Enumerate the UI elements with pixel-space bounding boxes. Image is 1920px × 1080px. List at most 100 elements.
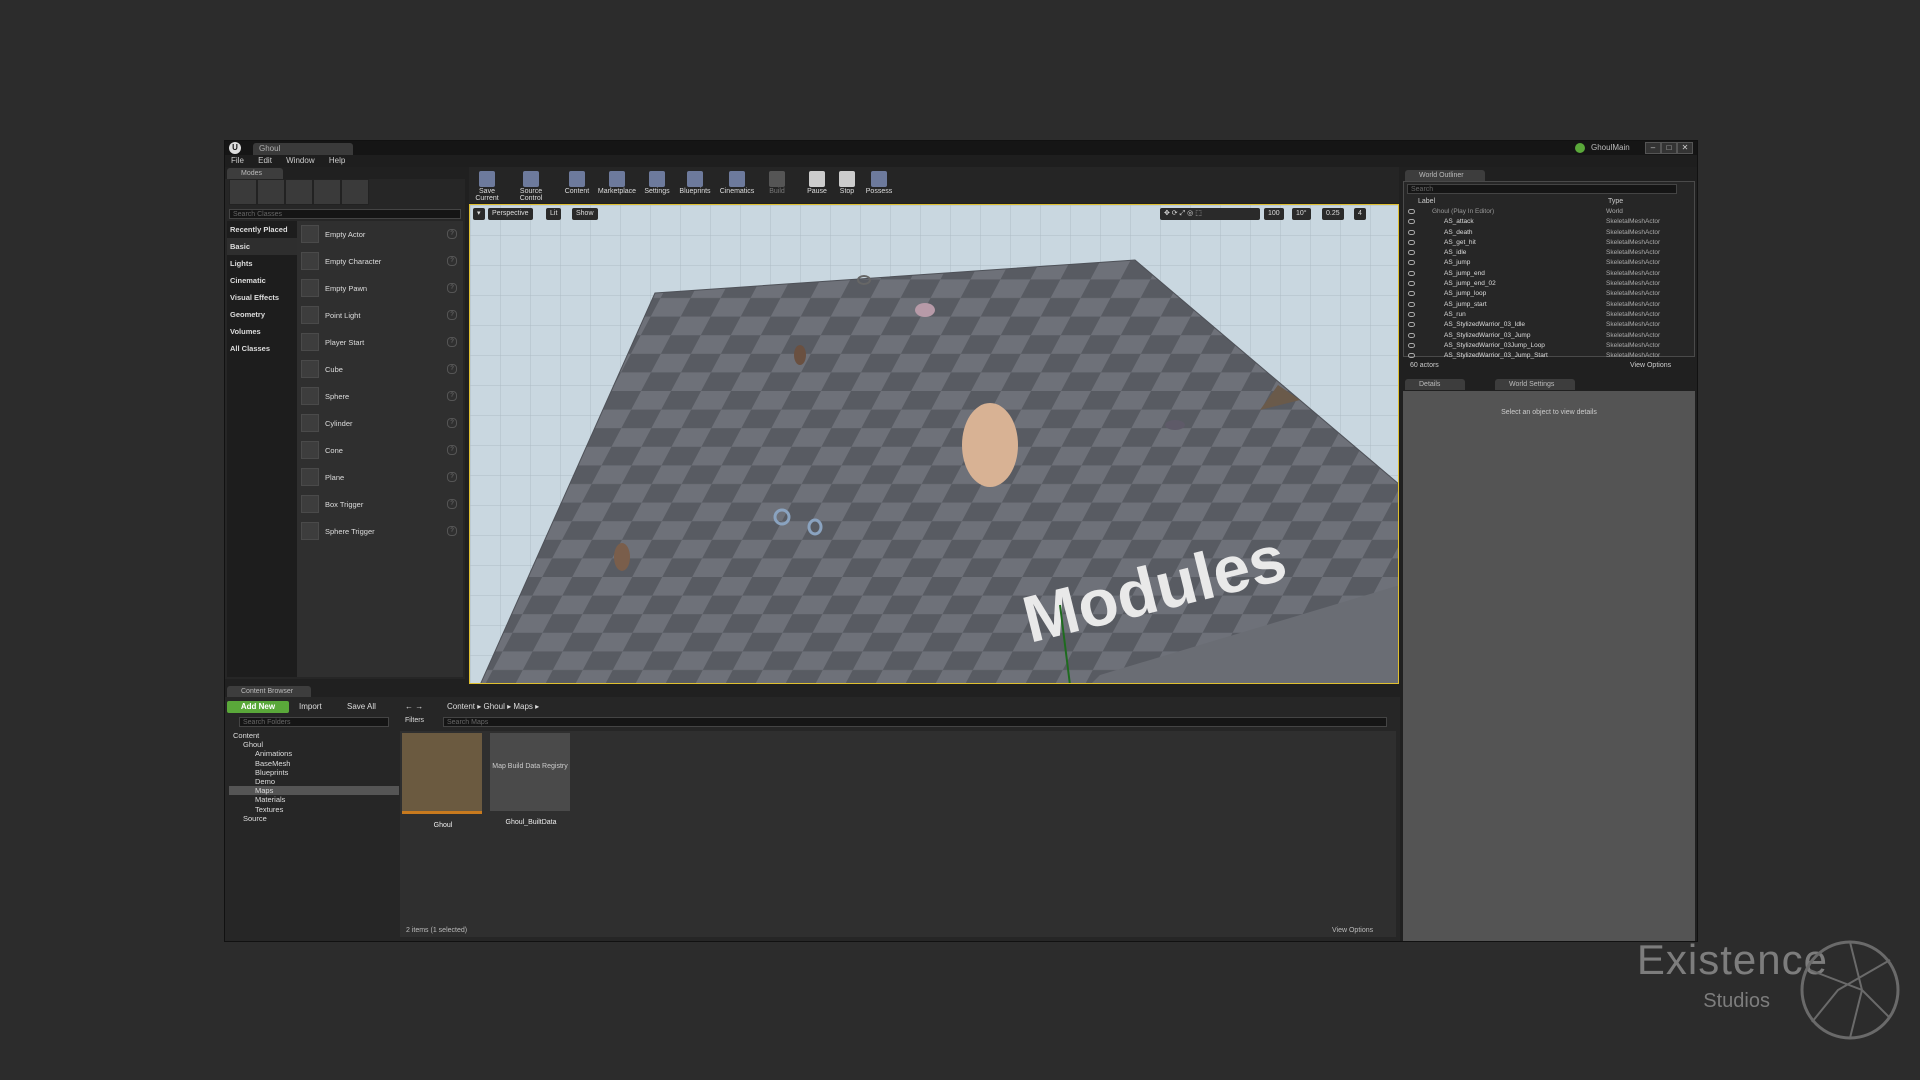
minimize-button[interactable]: – <box>1645 142 1661 154</box>
menu-edit[interactable]: Edit <box>258 155 272 167</box>
eye-icon[interactable] <box>1408 301 1415 307</box>
outliner-row[interactable]: AS_StylizedWarrior_03_Jump_Start Skeletal… <box>1404 351 1684 361</box>
folder-item[interactable]: Animations <box>229 749 399 758</box>
add-new-button[interactable]: Add New <box>227 701 289 713</box>
outliner-row[interactable]: Ghoul (Play In Editor) World <box>1404 207 1684 217</box>
eye-icon[interactable] <box>1408 311 1415 317</box>
nav-arrows[interactable]: ← → <box>405 701 423 713</box>
save-all-button[interactable]: Save All <box>347 701 376 713</box>
modes-tab[interactable]: Modes <box>227 168 283 179</box>
perspective-button[interactable]: Perspective <box>488 208 533 220</box>
eye-icon[interactable] <box>1408 322 1415 328</box>
eye-icon[interactable] <box>1408 281 1415 287</box>
level-viewport[interactable]: Modules ▾ Perspective Lit Show ✥ ⟳ ⤢ ◎ ⬚… <box>469 204 1399 684</box>
eye-icon[interactable] <box>1408 219 1415 225</box>
help-icon[interactable]: ? <box>447 472 457 482</box>
settings-button[interactable]: Settings <box>639 169 675 201</box>
cinematics-button[interactable]: Cinematics <box>719 169 755 201</box>
category-recently-placed[interactable]: Recently Placed <box>227 221 297 238</box>
category-visual-effects[interactable]: Visual Effects <box>227 289 297 306</box>
menu-window[interactable]: Window <box>286 155 314 167</box>
folder-item[interactable]: Textures <box>229 805 399 814</box>
category-geometry[interactable]: Geometry <box>227 306 297 323</box>
search-classes-input[interactable]: Search Classes <box>229 209 461 219</box>
outliner-search-input[interactable]: Search <box>1407 184 1677 194</box>
eye-icon[interactable] <box>1408 229 1415 235</box>
eye-icon[interactable] <box>1408 260 1415 266</box>
eye-icon[interactable] <box>1408 250 1415 256</box>
folder-item[interactable]: Blueprints <box>229 768 399 777</box>
outliner-row[interactable]: AS_StylizedWarrior_03Jump_Loop SkeletalMe… <box>1404 341 1684 351</box>
possess-button[interactable]: Possess <box>861 169 897 201</box>
outliner-row[interactable]: AS_jump_end_02 SkeletalMeshActor <box>1404 279 1684 289</box>
help-icon[interactable]: ? <box>447 499 457 509</box>
geometry-mode-icon[interactable] <box>341 179 369 205</box>
eye-icon[interactable] <box>1408 291 1415 297</box>
search-folders-input[interactable]: Search Folders <box>239 717 389 727</box>
world-settings-tab[interactable]: World Settings <box>1495 379 1575 390</box>
breadcrumb-maps[interactable]: Maps <box>513 702 533 711</box>
build-button[interactable]: Build <box>759 169 795 201</box>
landscape-mode-icon[interactable] <box>285 179 313 205</box>
class-item[interactable]: Sphere? <box>297 383 463 410</box>
folder-item[interactable]: Source <box>229 814 399 823</box>
transform-tools[interactable]: ✥ ⟳ ⤢ ◎ ⬚ <box>1160 208 1260 220</box>
maximize-button[interactable]: □ <box>1661 142 1677 154</box>
folder-item-selected[interactable]: Maps <box>229 786 399 796</box>
details-tab[interactable]: Details <box>1405 379 1465 390</box>
help-icon[interactable]: ? <box>447 310 457 320</box>
class-item[interactable]: Cylinder? <box>297 410 463 437</box>
menu-file[interactable]: File <box>231 155 244 167</box>
outliner-row[interactable]: AS_StylizedWarrior_03_Idle SkeletalMeshAc… <box>1404 320 1684 330</box>
level-tab[interactable]: Ghoul <box>253 143 353 155</box>
outliner-row[interactable]: AS_get_hit SkeletalMeshActor <box>1404 238 1684 248</box>
label-column-header[interactable]: Label <box>1418 198 1435 205</box>
type-column-header[interactable]: Type <box>1608 198 1623 205</box>
help-icon[interactable]: ? <box>447 337 457 347</box>
lit-button[interactable]: Lit <box>546 208 562 220</box>
help-icon[interactable]: ? <box>447 283 457 293</box>
asset-tile-selected[interactable]: Ghoul <box>402 733 484 835</box>
help-icon[interactable]: ? <box>447 364 457 374</box>
place-mode-icon[interactable] <box>229 179 257 205</box>
help-icon[interactable]: ? <box>447 229 457 239</box>
content-button[interactable]: Content <box>559 169 595 201</box>
outliner-view-options[interactable]: View Options <box>1630 362 1671 369</box>
eye-icon[interactable] <box>1408 209 1415 214</box>
eye-icon[interactable] <box>1408 270 1415 276</box>
outliner-row[interactable]: AS_run SkeletalMeshActor <box>1404 310 1684 320</box>
class-item[interactable]: Empty Pawn? <box>297 275 463 302</box>
folder-item[interactable]: Demo <box>229 777 399 786</box>
folder-item[interactable]: BaseMesh <box>229 759 399 768</box>
category-all-classes[interactable]: All Classes <box>227 340 297 357</box>
help-icon[interactable]: ? <box>447 526 457 536</box>
blueprints-button[interactable]: Blueprints <box>677 169 713 201</box>
eye-icon[interactable] <box>1408 342 1415 348</box>
search-assets-input[interactable]: Search Maps <box>443 717 1387 727</box>
outliner-row[interactable]: AS_jump_loop SkeletalMeshActor <box>1404 289 1684 299</box>
import-button[interactable]: Import <box>299 701 322 713</box>
outliner-row[interactable]: AS_attack SkeletalMeshActor <box>1404 217 1684 227</box>
class-item[interactable]: Empty Actor? <box>297 221 463 248</box>
folder-item[interactable]: Content <box>229 731 399 740</box>
class-item[interactable]: Empty Character? <box>297 248 463 275</box>
camera-speed-value[interactable]: 4 <box>1354 208 1366 220</box>
outliner-row[interactable]: AS_idle SkeletalMeshActor <box>1404 248 1684 258</box>
stop-button[interactable]: Stop <box>829 169 865 201</box>
world-outliner-tab[interactable]: World Outliner <box>1405 170 1485 181</box>
grid-snap-value[interactable]: 100 <box>1264 208 1284 220</box>
help-icon[interactable]: ? <box>447 445 457 455</box>
category-cinematic[interactable]: Cinematic <box>227 272 297 289</box>
help-icon[interactable]: ? <box>447 418 457 428</box>
close-button[interactable]: ✕ <box>1677 142 1693 154</box>
category-basic[interactable]: Basic <box>227 238 297 255</box>
outliner-row[interactable]: AS_jump_start SkeletalMeshActor <box>1404 300 1684 310</box>
folder-item[interactable]: Materials <box>229 795 399 804</box>
scale-snap-value[interactable]: 0.25 <box>1322 208 1344 220</box>
foliage-mode-icon[interactable] <box>313 179 341 205</box>
outliner-row[interactable]: AS_jump_end SkeletalMeshActor <box>1404 269 1684 279</box>
category-volumes[interactable]: Volumes <box>227 323 297 340</box>
show-button[interactable]: Show <box>572 208 598 220</box>
eye-icon[interactable] <box>1408 239 1415 245</box>
folder-item[interactable]: Ghoul <box>229 740 399 749</box>
